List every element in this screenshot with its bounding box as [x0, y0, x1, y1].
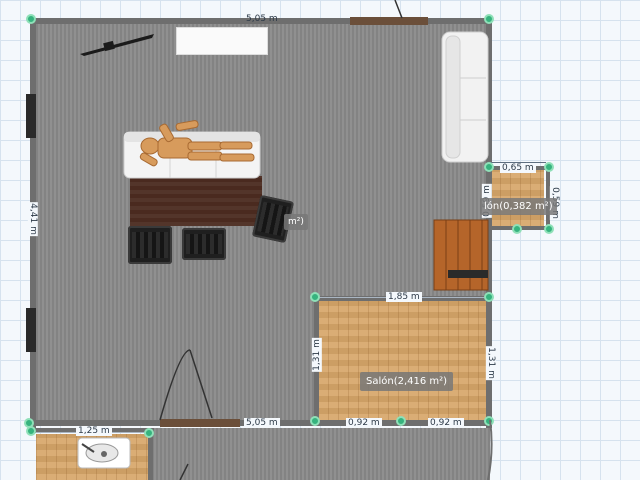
small-room-width-dimension: 0,65 m [500, 163, 536, 173]
window-left-lower[interactable] [26, 308, 36, 352]
corner-node[interactable] [310, 416, 320, 426]
salon-left-height-dimension: 1,31 m [311, 338, 322, 372]
table-icon[interactable] [130, 176, 262, 226]
mannequin-sofa[interactable] [122, 120, 262, 182]
corner-node[interactable] [396, 416, 406, 426]
top-wall-dimension: 5,05 m [246, 14, 278, 24]
corner-node[interactable] [310, 292, 320, 302]
lower-door-icon[interactable] [176, 462, 196, 480]
mannequin-icon [139, 120, 255, 167]
salon-bottom-right-dimension: 0,92 m [428, 418, 464, 428]
window-left-upper[interactable] [26, 94, 36, 138]
stairs-icon[interactable] [432, 218, 490, 292]
room-area-label-partial[interactable]: m²) [284, 214, 308, 230]
armchair-icon[interactable] [182, 228, 226, 260]
corner-node[interactable] [544, 162, 554, 172]
corner-node[interactable] [484, 162, 494, 172]
armchair-icon[interactable] [128, 226, 172, 264]
door-icon[interactable] [150, 340, 240, 430]
salon-right-height-dimension: 1,31 m [485, 346, 496, 380]
salon-width-dimension: 1,85 m [386, 292, 422, 302]
corner-node[interactable] [544, 224, 554, 234]
sofa-icon[interactable] [440, 30, 490, 165]
small-room-area-label[interactable]: lón(0,382 m²) [480, 198, 557, 215]
corner-node[interactable] [144, 428, 154, 438]
sink-icon[interactable] [76, 436, 132, 470]
corner-node[interactable] [512, 224, 522, 234]
corner-node[interactable] [484, 292, 494, 302]
salon-room-floor[interactable] [318, 300, 486, 420]
left-wall-dimension: 4,41 m [27, 202, 38, 236]
window-top[interactable] [350, 17, 428, 25]
salon-area-label[interactable]: Salón(2,416 m²) [360, 372, 454, 391]
curve-wall-icon[interactable] [480, 420, 500, 480]
corner-node[interactable] [26, 14, 36, 24]
lower-room-floor[interactable] [150, 428, 490, 480]
wall-fragment-icon[interactable] [78, 30, 158, 60]
bottom-wall-dimension: 5,05 m [244, 418, 280, 428]
white-cabinet[interactable] [176, 27, 268, 55]
bath-width-dimension: 1,25 m [76, 426, 112, 436]
salon-bottom-left-dimension: 0,92 m [346, 418, 382, 428]
corner-node[interactable] [484, 14, 494, 24]
corner-node[interactable] [26, 426, 36, 436]
top-door-icon[interactable] [390, 0, 410, 20]
